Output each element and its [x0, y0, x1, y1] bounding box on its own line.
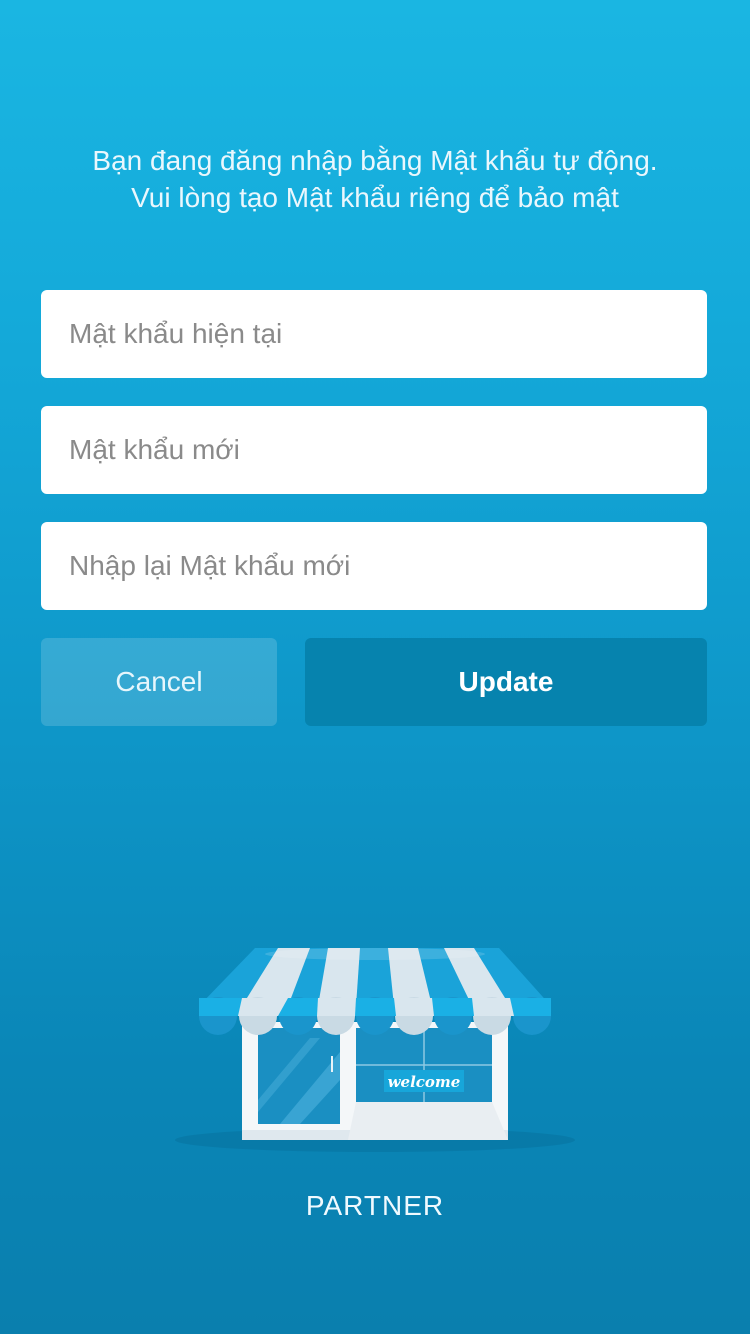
partner-label: PARTNER	[305, 1190, 445, 1221]
intro-message: Bạn đang đăng nhập bằng Mật khẩu tự động…	[0, 142, 750, 216]
intro-line-2: Vui lòng tạo Mật khẩu riêng để bảo mật	[131, 182, 619, 213]
welcome-sign-text: welcome	[388, 1073, 461, 1091]
update-button[interactable]: Update	[305, 638, 707, 726]
store-icon: welcome	[175, 948, 575, 1152]
confirm-password-field[interactable]	[41, 522, 707, 610]
current-password-field[interactable]	[41, 290, 707, 378]
intro-line-1: Bạn đang đăng nhập bằng Mật khẩu tự động…	[92, 145, 658, 176]
new-password-field[interactable]	[41, 406, 707, 494]
cancel-button[interactable]: Cancel	[41, 638, 277, 726]
